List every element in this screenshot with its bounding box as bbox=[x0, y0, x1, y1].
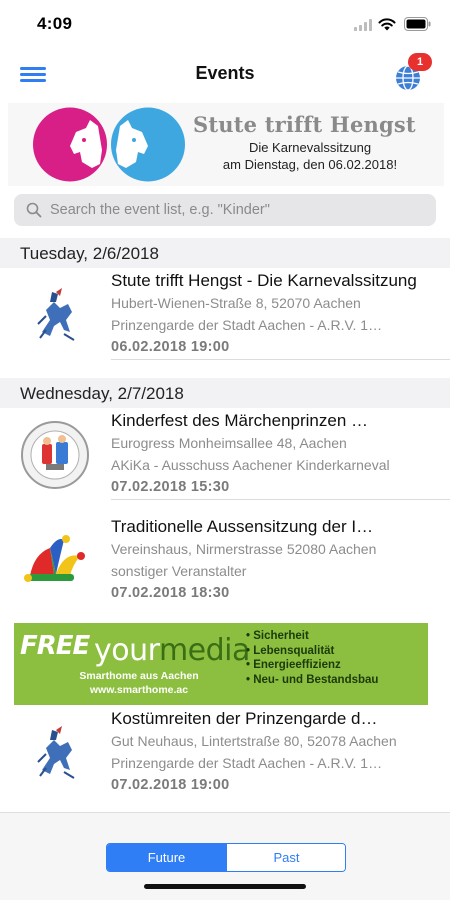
section-date: Tuesday, 2/6/2018 bbox=[20, 244, 159, 263]
ad-url: www.smarthome.ac bbox=[89, 684, 189, 696]
event-address: Vereinshaus, Nirmerstrasse 52080 Aachen bbox=[111, 541, 377, 557]
ad-bullet: • Energieeffizienz bbox=[246, 659, 341, 671]
status-bar: 4:09 bbox=[0, 0, 450, 48]
ad-brand-part-a: your bbox=[94, 633, 159, 668]
event-datetime: 07.02.2018 18:30 bbox=[111, 585, 230, 601]
event-title: Traditionelle Aussensitzung der I… bbox=[111, 517, 374, 536]
rider-icon bbox=[37, 288, 75, 341]
banner-subtitle: Die Karnevalssitzung bbox=[248, 140, 372, 155]
event-address: Eurogress Monheimsallee 48, Aachen bbox=[111, 435, 347, 451]
horse-heads-logo-icon bbox=[33, 107, 185, 182]
event-organizer: sonstiger Veranstalter bbox=[111, 563, 247, 579]
search-input[interactable] bbox=[50, 194, 430, 226]
jester-hat-icon bbox=[24, 535, 85, 582]
event-organizer: Prinzengarde der Stadt Aachen - A.R.V. 1… bbox=[111, 755, 383, 771]
event-row[interactable]: Traditionelle Aussensitzung der I… Verei… bbox=[0, 514, 450, 606]
section-header: Tuesday, 2/6/2018 bbox=[0, 238, 450, 268]
page-title: Events bbox=[195, 63, 255, 83]
ad-bullet: • Lebensqualität bbox=[246, 644, 335, 657]
ad-banner-yourmedia[interactable]: FREE yourmedia Smarthome aus Aachen www.… bbox=[14, 623, 428, 705]
status-time: 4:09 bbox=[37, 14, 73, 33]
segment-future[interactable]: Future bbox=[107, 844, 226, 871]
event-address: Hubert-Wienen-Straße 8, 52070 Aachen bbox=[111, 295, 361, 311]
notification-badge: 1 bbox=[408, 53, 432, 71]
promo-banner-stute-trifft-hengst[interactable]: Stute trifft Hengst Die Karnevalssitzung… bbox=[8, 103, 444, 186]
row-divider bbox=[111, 359, 450, 360]
future-past-segmented-control: Future Past bbox=[106, 843, 346, 872]
section-header: Wednesday, 2/7/2018 bbox=[0, 378, 450, 408]
ad-free-label: FREE bbox=[20, 631, 90, 661]
event-title: Kostümreiten der Prinzengarde d… bbox=[111, 709, 378, 728]
ad-bullet-list: • Sicherheit • Lebensqualität • Energiee… bbox=[246, 629, 378, 687]
row-divider bbox=[111, 499, 450, 500]
event-row[interactable]: Kostümreiten der Prinzengarde d… Gut Neu… bbox=[0, 706, 450, 798]
ad-brand-part-b: media bbox=[158, 633, 250, 668]
ad-brand: yourmedia bbox=[94, 633, 250, 668]
event-datetime: 06.02.2018 19:00 bbox=[111, 339, 230, 355]
event-row[interactable]: Stute trifft Hengst - Die Karnevalssitzu… bbox=[0, 268, 450, 360]
banner-title: Stute trifft Hengst bbox=[193, 112, 416, 137]
event-title: Kinderfest des Märchenprinzen … bbox=[111, 411, 369, 430]
event-title: Stute trifft Hengst - Die Karnevalssitzu… bbox=[111, 271, 417, 290]
segment-past[interactable]: Past bbox=[226, 844, 345, 871]
ad-bullet: • Neu- und Bestandsbau bbox=[246, 673, 379, 686]
ad-tagline: Smarthome aus Aachen bbox=[79, 670, 199, 682]
event-address: Gut Neuhaus, Lintertstraße 80, 52078 Aac… bbox=[111, 733, 397, 749]
cellular-signal-icon bbox=[354, 19, 372, 31]
event-datetime: 07.02.2018 19:00 bbox=[111, 777, 230, 793]
search-bar[interactable] bbox=[14, 194, 436, 226]
rider-icon bbox=[37, 726, 75, 779]
event-organizer: AKiKa - Ausschuss Aachener Kinderkarneva… bbox=[111, 457, 390, 473]
section-date: Wednesday, 2/7/2018 bbox=[20, 384, 184, 403]
battery-icon bbox=[404, 17, 431, 31]
search-icon bbox=[26, 202, 42, 218]
home-indicator[interactable] bbox=[144, 884, 306, 889]
ad-bullet: • Sicherheit bbox=[246, 630, 309, 642]
wifi-icon bbox=[378, 18, 396, 31]
events-screen: 4:09 Events 1 Stute trifft Hengst Die Ka… bbox=[0, 0, 450, 900]
banner-date-line: am Dienstag, den 06.02.2018! bbox=[222, 157, 398, 172]
event-row[interactable]: Kinderfest des Märchenprinzen … Eurogres… bbox=[0, 408, 450, 500]
akika-seal-icon bbox=[21, 421, 89, 489]
event-datetime: 07.02.2018 15:30 bbox=[111, 479, 230, 495]
event-organizer: Prinzengarde der Stadt Aachen - A.R.V. 1… bbox=[111, 317, 383, 333]
nav-bar: Events bbox=[0, 50, 450, 98]
